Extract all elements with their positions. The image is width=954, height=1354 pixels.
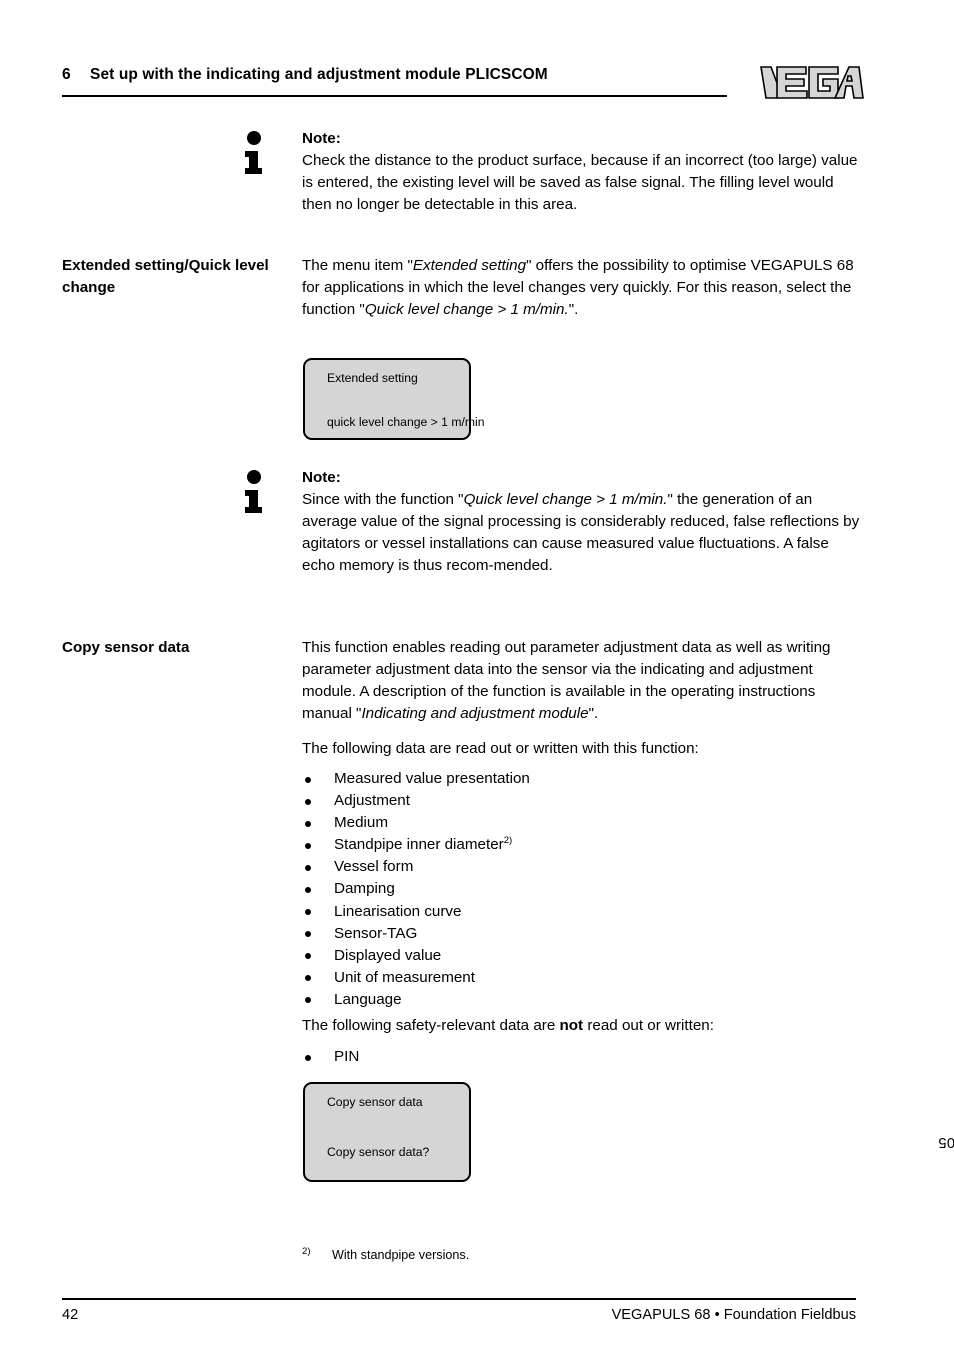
info-icon [240, 130, 270, 178]
copy-paragraph-2: The following data are read out or writt… [302, 740, 699, 758]
note-text: Check the distance to the product surfac… [302, 152, 858, 214]
list-item: Medium [302, 812, 862, 834]
bullet-icon [305, 798, 311, 805]
note-text: Since with the function "Quick level cha… [302, 491, 860, 575]
document-page: 6 Set up with the indicating and adjustme… [0, 0, 954, 1354]
list-item-label: Language [334, 990, 402, 1008]
bullet-icon [305, 931, 311, 938]
bullet-icon [305, 1054, 311, 1061]
header-divider [62, 95, 727, 97]
bullet-icon [305, 953, 311, 960]
bullet-icon [305, 842, 311, 849]
vega-logo [760, 64, 864, 102]
list-item-label: Vessel form [334, 858, 414, 876]
note-body-1: Note: Check the distance to the product … [302, 128, 862, 216]
excluded-data-list: PIN [302, 1046, 862, 1068]
display-top-line: Copy sensor data [327, 1095, 423, 1109]
bullet-icon [305, 997, 311, 1004]
list-item: Linearisation curve [302, 901, 862, 923]
list-item: Standpipe inner diameter2) [302, 834, 862, 856]
note-title: Note: [302, 130, 341, 147]
info-icon [240, 469, 270, 517]
list-item-label: Standpipe inner diameter2) [334, 835, 513, 854]
list-item: PIN [302, 1046, 862, 1068]
section-copy-body: This function enables reading out parame… [302, 637, 862, 760]
list-item-label: PIN [334, 1048, 360, 1065]
extended-setting-paragraph: The menu item "Extended setting" offers … [302, 257, 854, 319]
side-heading-copy-sensor-data: Copy sensor data [62, 639, 190, 656]
excluded-intro: The following safety-relevant data are n… [302, 1015, 862, 1037]
footer-divider [62, 1298, 856, 1300]
header-chapter-title: Set up with the indicating and adjustmen… [90, 66, 548, 83]
side-heading-extended-setting: Extended setting/Quick level change [62, 257, 269, 296]
list-item-label: Damping [334, 880, 395, 898]
header-chapter-line: 6 Set up with the indicating and adjustme… [62, 66, 548, 84]
list-item: Damping [302, 878, 862, 900]
extended-setting-display: Extended setting quick level change > 1 … [303, 358, 485, 440]
page-number: 42 [62, 1307, 79, 1323]
list-item: Displayed value [302, 945, 862, 967]
list-item-label: Linearisation curve [334, 902, 462, 920]
bullet-icon [305, 975, 311, 982]
list-item: Language [302, 989, 862, 1011]
list-item-label: Displayed value [334, 946, 442, 964]
copy-paragraph-3: The following safety-relevant data are n… [302, 1017, 714, 1034]
list-item-label: Adjustment [334, 792, 410, 810]
display-top-line: Extended setting [327, 371, 418, 385]
note-title: Note: [302, 469, 341, 486]
bullet-icon [305, 886, 311, 893]
footer-document-line: VEGAPULS 68 • Foundation Fieldbus [611, 1307, 856, 1323]
document-side-code: 29264-EN-090305 [938, 1134, 954, 1150]
footnote-marker: 2) [503, 835, 513, 847]
copy-sensor-data-display: Copy sensor data Copy sensor data? [303, 1082, 471, 1182]
footnote-text: With standpipe versions. [332, 1248, 470, 1262]
page-footnote: 2) With standpipe versions. [302, 1245, 470, 1262]
header-chapter-number: 6 [62, 66, 71, 83]
bullet-icon [305, 820, 311, 827]
list-item: Unit of measurement [302, 967, 862, 989]
copy-paragraph-1: This function enables reading out parame… [302, 639, 831, 723]
note-body-2: Note: Since with the function "Quick lev… [302, 467, 862, 577]
copied-data-list: Measured value presentation Adjustment Med… [302, 768, 862, 1011]
list-item-label: Sensor-TAG [334, 924, 418, 942]
list-item-label: Unit of measurement [334, 968, 475, 986]
page-header: 6 Set up with the indicating and adjustme… [62, 66, 727, 100]
display-bottom-line: Copy sensor data? [327, 1145, 430, 1159]
section-extended-body: The menu item "Extended setting" offers … [302, 255, 862, 321]
list-item-label: Medium [334, 814, 389, 832]
list-item: Adjustment [302, 790, 862, 812]
list-item: Vessel form [302, 856, 862, 878]
list-item: Measured value presentation [302, 768, 862, 790]
list-item: Sensor-TAG [302, 923, 862, 945]
bullet-icon [305, 776, 311, 783]
bullet-icon [305, 864, 311, 871]
list-item-label: Measured value presentation [334, 770, 530, 787]
display-bottom-line: quick level change > 1 m/min [327, 415, 485, 429]
bullet-icon [305, 909, 311, 916]
